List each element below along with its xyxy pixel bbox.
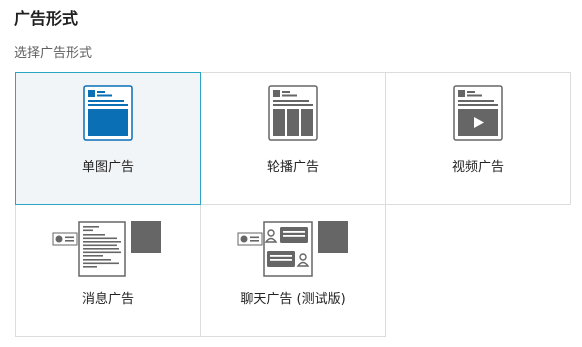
ad-format-card-single-image[interactable]: 单图广告 xyxy=(15,72,201,205)
single-image-ad-icon xyxy=(16,85,200,149)
ad-format-label: 视频广告 xyxy=(451,160,504,175)
ad-format-card-video[interactable]: 视频广告 xyxy=(385,72,571,205)
video-ad-icon xyxy=(386,85,570,149)
chat-ad-icon xyxy=(201,221,385,283)
ad-format-label: 轮播广告 xyxy=(266,160,319,175)
ad-format-label: 聊天广告 (测试版) xyxy=(240,292,346,307)
message-ad-icon xyxy=(16,221,200,283)
ad-format-card-chat[interactable]: 聊天广告 (测试版) xyxy=(200,204,386,337)
ad-format-label: 消息广告 xyxy=(81,292,134,307)
section-subtitle: 选择广告形式 xyxy=(14,46,93,61)
section-title: 广告形式 xyxy=(14,9,79,28)
ad-format-card-message[interactable]: 消息广告 xyxy=(15,204,201,337)
carousel-ad-icon xyxy=(201,85,385,149)
ad-format-grid: 单图广告 轮播广告 视频广告 消息广告 聊天广告 (测试版) xyxy=(15,72,571,337)
ad-format-card-carousel[interactable]: 轮播广告 xyxy=(200,72,386,205)
ad-format-label: 单图广告 xyxy=(81,160,134,175)
